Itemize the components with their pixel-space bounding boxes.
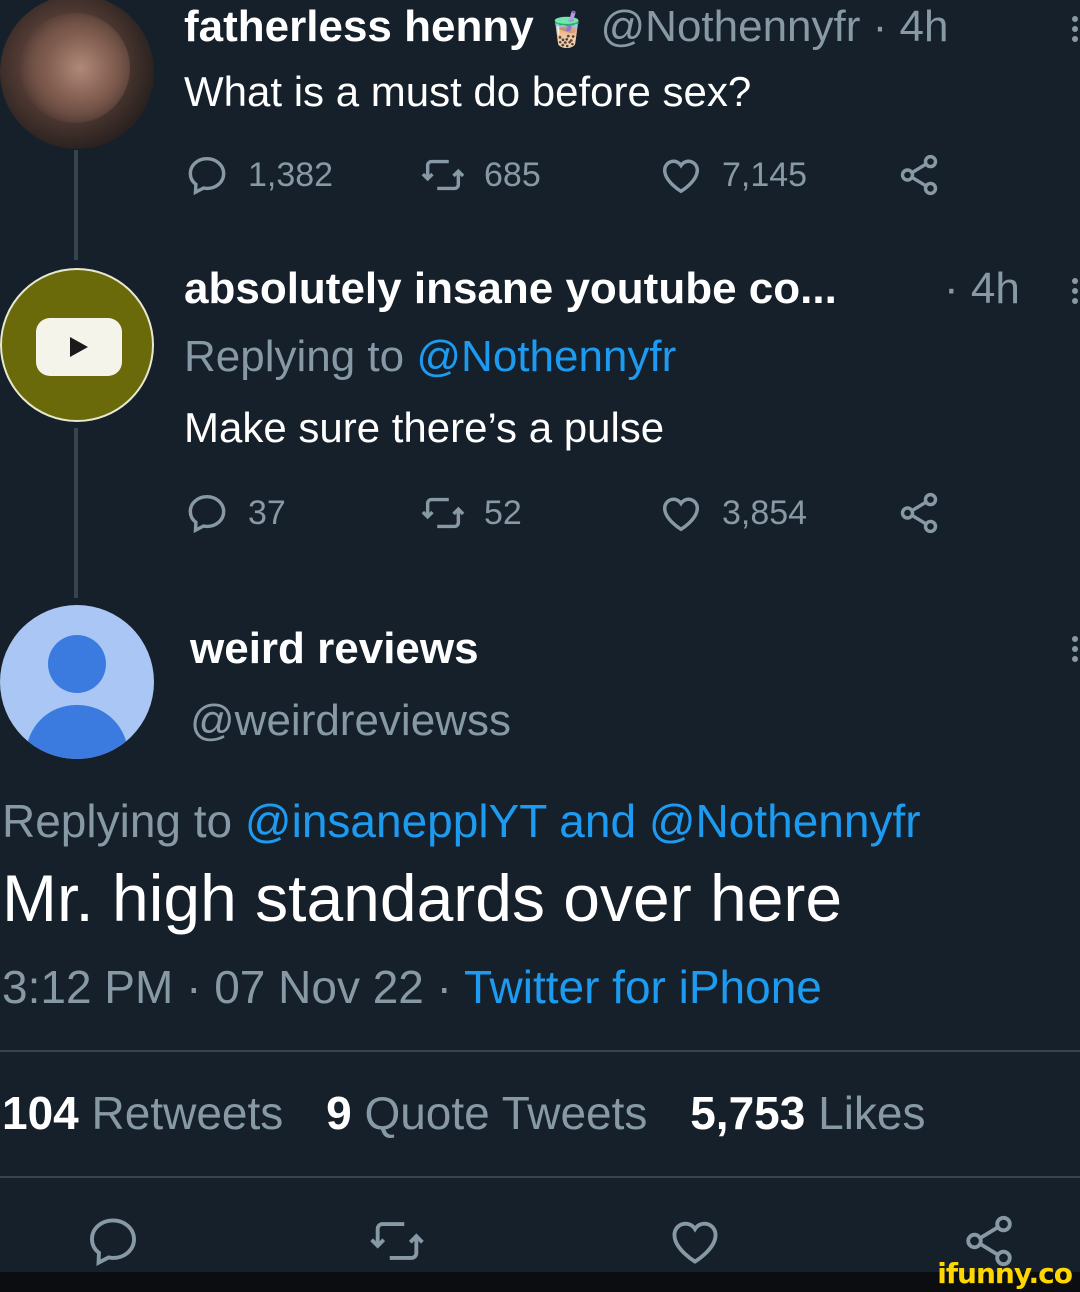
retweet-icon (421, 159, 465, 191)
main-replying-handle-2[interactable]: @Nothennyfr (649, 795, 921, 847)
share-icon (900, 492, 938, 534)
divider-top (0, 1050, 1080, 1052)
tweet1-retweet-count: 685 (484, 155, 541, 194)
tweet2-reply-button[interactable]: 37 (184, 490, 286, 536)
main-replying-handle-1[interactable]: @insanepplYT (245, 795, 547, 847)
tweet1-like-button[interactable]: 7,145 (658, 152, 807, 198)
main-reply-button[interactable] (84, 1212, 142, 1275)
main-replying-and: and (559, 795, 637, 847)
ifunny-watermark: ifunny.co (937, 1257, 1073, 1290)
main-like-button[interactable] (666, 1212, 724, 1275)
stat-retweets[interactable]: 104 Retweets (2, 1087, 326, 1139)
tweet1-reply-count: 1,382 (248, 155, 334, 194)
avatar-weird-reviews[interactable] (0, 605, 154, 759)
youtube-logo-icon (36, 318, 122, 376)
tweet2-replying-label: Replying to (184, 332, 405, 381)
tweet2-time: · 4h (944, 264, 1020, 313)
tweet1-more-icon[interactable] (1072, 16, 1078, 42)
main-author-handle[interactable]: @weirdreviewss (190, 696, 511, 746)
avatar-youtube[interactable] (0, 268, 154, 422)
default-avatar-head (48, 635, 106, 693)
tweet2-retweet-count: 52 (484, 493, 522, 532)
reply-icon (90, 1218, 136, 1267)
share-icon (900, 154, 938, 196)
tweet1-share-button[interactable] (896, 152, 942, 198)
quotes-label: Quote Tweets (364, 1087, 648, 1139)
tweet1-author-name[interactable]: fatherless henny (184, 2, 534, 51)
tweet1-text: What is a must do before sex? (184, 68, 752, 115)
retweets-label: Retweets (91, 1087, 284, 1139)
quotes-count: 9 (326, 1087, 352, 1139)
main-author-name[interactable]: weird reviews (190, 624, 479, 674)
tweet2-retweet-button[interactable]: 52 (420, 490, 522, 536)
main-more-icon[interactable] (1072, 636, 1078, 662)
reply-icon (188, 156, 226, 196)
tweet2-share-button[interactable] (896, 490, 942, 536)
heart-icon (662, 159, 700, 194)
tweet2-more-icon[interactable] (1072, 278, 1078, 304)
likes-count: 5,753 (690, 1087, 806, 1139)
tweet2-like-count: 3,854 (722, 493, 808, 532)
retweet-icon (370, 1222, 424, 1260)
footer-bar (0, 1272, 1080, 1292)
main-replying: Replying to @insanepplYT and @Nothennyfr (2, 794, 921, 848)
tweet1-retweet-button[interactable]: 685 (420, 152, 541, 198)
heart-icon (662, 497, 700, 532)
avatar-fatherless-henny[interactable] (0, 0, 154, 149)
tweet2-text: Make sure there’s a pulse (184, 404, 665, 451)
reply-icon (188, 494, 226, 534)
tweet2-like-button[interactable]: 3,854 (658, 490, 807, 536)
tweet1-header: fatherless henny 🧋 @Nothennyfr · 4h (184, 2, 948, 52)
tweet2-header: absolutely insane youtube co... (184, 264, 837, 314)
tweet1-reply-button[interactable]: 1,382 (184, 152, 333, 198)
likes-label: Likes (818, 1087, 926, 1139)
tweet1-handle-time: @Nothennyfr · 4h (600, 2, 949, 51)
engagement-stats: 104 Retweets 9 Quote Tweets 5,753 Likes (2, 1086, 956, 1140)
main-tweet-meta: 3:12 PM · 07 Nov 22 · Twitter for iPhone (2, 960, 822, 1014)
main-timestamp: 3:12 PM · 07 Nov 22 · (2, 961, 452, 1013)
retweets-count: 104 (2, 1087, 79, 1139)
retweet-icon (421, 497, 465, 529)
stat-quotes[interactable]: 9 Quote Tweets (326, 1087, 690, 1139)
default-avatar-body (26, 705, 128, 759)
thread-line-2 (74, 428, 78, 598)
tweet1-like-count: 7,145 (722, 155, 808, 194)
main-retweet-button[interactable] (368, 1212, 426, 1275)
divider-bottom (0, 1176, 1080, 1178)
main-tweet-text: Mr. high standards over here (2, 861, 843, 935)
boba-emoji-icon: 🧋 (545, 11, 589, 49)
stat-likes[interactable]: 5,753 Likes (690, 1087, 955, 1139)
tweet2-author-name[interactable]: absolutely insane youtube co... (184, 264, 837, 313)
tweet2-replying: Replying to @Nothennyfr (184, 332, 676, 382)
main-source-link[interactable]: Twitter for iPhone (464, 961, 822, 1013)
heart-icon (672, 1221, 718, 1264)
thread-line-1 (74, 150, 78, 260)
tweet2-reply-count: 37 (248, 493, 286, 532)
main-replying-label: Replying to (2, 795, 233, 847)
tweet2-replying-handle[interactable]: @Nothennyfr (416, 332, 676, 381)
